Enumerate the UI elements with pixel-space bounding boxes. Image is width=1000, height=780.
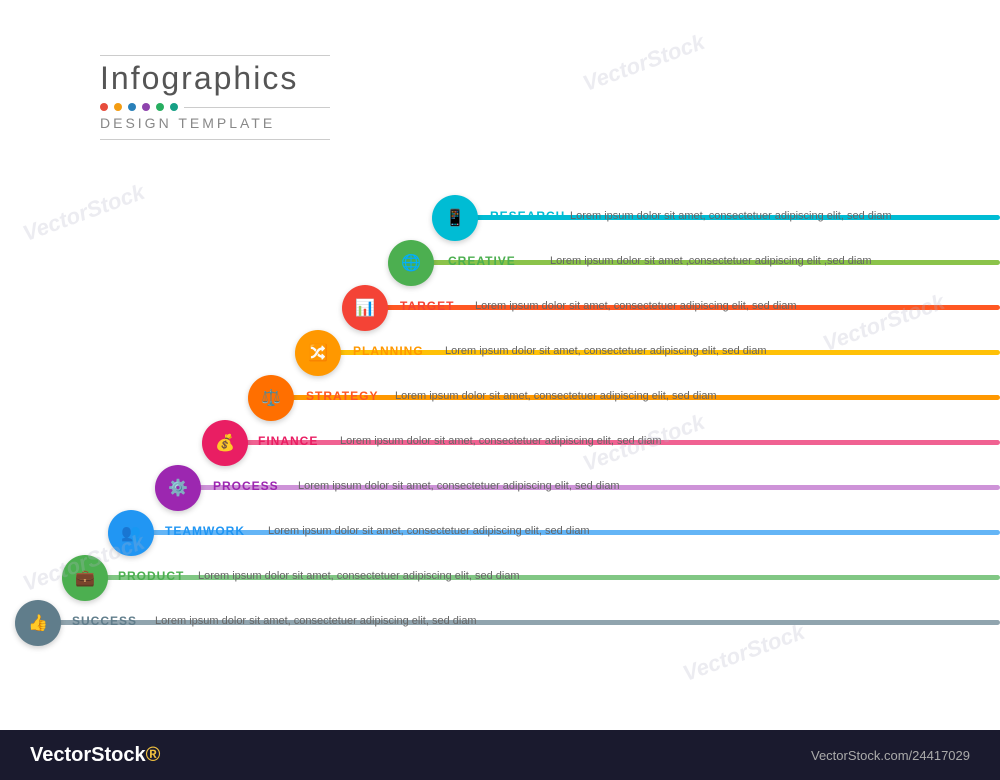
step-label-creative: CREATIVE bbox=[448, 254, 516, 268]
step-circle-success: 👍 bbox=[15, 600, 61, 646]
dot-green bbox=[156, 103, 164, 111]
step-circle-planning: 🔀 bbox=[295, 330, 341, 376]
dot-purple bbox=[142, 103, 150, 111]
step-row-success: 👍 SUCCESS Lorem ipsum dolor sit amet, cons… bbox=[0, 600, 1000, 646]
step-row-process: ⚙️ PROCESS Lorem ipsum dolor sit amet, con… bbox=[0, 465, 1000, 511]
step-icon-research: 📱 bbox=[445, 208, 465, 228]
dot-teal bbox=[170, 103, 178, 111]
step-label-strategy: STRATEGY bbox=[306, 389, 378, 403]
step-desc-creative: Lorem ipsum dolor sit amet ,consectetuer… bbox=[550, 255, 872, 267]
step-circle-target: 📊 bbox=[342, 285, 388, 331]
step-desc-product: Lorem ipsum dolor sit amet, consectetuer… bbox=[198, 570, 520, 582]
header-line-bottom bbox=[100, 139, 330, 140]
step-circle-process: ⚙️ bbox=[155, 465, 201, 511]
step-desc-planning: Lorem ipsum dolor sit amet, consectetuer… bbox=[445, 345, 767, 357]
step-icon-strategy: ⚖️ bbox=[261, 388, 281, 408]
step-desc-target: Lorem ipsum dolor sit amet, consectetuer… bbox=[475, 300, 797, 312]
app-title: Infographics bbox=[100, 60, 330, 97]
step-label-process: PROCESS bbox=[213, 479, 279, 493]
step-desc-finance: Lorem ipsum dolor sit amet, consectetuer… bbox=[340, 435, 662, 447]
step-row-product: 💼 PRODUCT Lorem ipsum dolor sit amet, cons… bbox=[0, 555, 1000, 601]
step-circle-creative: 🌐 bbox=[388, 240, 434, 286]
watermark-1: VectorStock bbox=[579, 29, 708, 97]
footer: VectorStock® VectorStock.com/24417029 bbox=[0, 730, 1000, 780]
step-desc-process: Lorem ipsum dolor sit amet, consectetuer… bbox=[298, 480, 620, 492]
dot-red bbox=[100, 103, 108, 111]
step-label-target: TARGET bbox=[400, 299, 454, 313]
footer-url: VectorStock.com/24417029 bbox=[811, 748, 970, 763]
header-subtitle: Design Template bbox=[100, 115, 330, 131]
header-line-top bbox=[100, 55, 330, 56]
step-label-research: RESEARCH bbox=[490, 209, 565, 223]
step-row-target: 📊 TARGET Lorem ipsum dolor sit amet, conse… bbox=[0, 285, 1000, 331]
step-desc-strategy: Lorem ipsum dolor sit amet, consectetuer… bbox=[395, 390, 717, 402]
step-circle-strategy: ⚖️ bbox=[248, 375, 294, 421]
step-icon-teamwork: 👥 bbox=[121, 523, 141, 543]
step-label-success: SUCCESS bbox=[72, 614, 137, 628]
step-row-research: 📱 RESEARCH Lorem ipsum dolor sit amet, con… bbox=[0, 195, 1000, 241]
step-row-strategy: ⚖️ STRATEGY Lorem ipsum dolor sit amet, co… bbox=[0, 375, 1000, 421]
step-row-planning: 🔀 PLANNING Lorem ipsum dolor sit amet, con… bbox=[0, 330, 1000, 376]
step-icon-product: 💼 bbox=[75, 568, 95, 588]
step-circle-product: 💼 bbox=[62, 555, 108, 601]
step-circle-finance: 💰 bbox=[202, 420, 248, 466]
step-row-teamwork: 👥 TEAMWORK Lorem ipsum dolor sit amet, con… bbox=[0, 510, 1000, 556]
step-row-creative: 🌐 CREATIVE Lorem ipsum dolor sit amet ,con… bbox=[0, 240, 1000, 286]
step-row-finance: 💰 FINANCE Lorem ipsum dolor sit amet, cons… bbox=[0, 420, 1000, 466]
step-icon-target: 📊 bbox=[355, 298, 375, 318]
step-desc-teamwork: Lorem ipsum dolor sit amet, consectetuer… bbox=[268, 525, 590, 537]
step-circle-research: 📱 bbox=[432, 195, 478, 241]
step-label-teamwork: TEAMWORK bbox=[165, 524, 245, 538]
step-label-product: PRODUCT bbox=[118, 569, 184, 583]
step-icon-process: ⚙️ bbox=[168, 478, 188, 498]
step-desc-success: Lorem ipsum dolor sit amet, consectetuer… bbox=[155, 615, 477, 627]
step-circle-teamwork: 👥 bbox=[108, 510, 154, 556]
step-icon-finance: 💰 bbox=[215, 433, 235, 453]
step-icon-planning: 🔀 bbox=[308, 343, 328, 363]
header: Infographics Design Template bbox=[100, 55, 330, 140]
step-icon-creative: 🌐 bbox=[401, 253, 421, 273]
footer-symbol: ® bbox=[146, 744, 161, 766]
step-desc-research: Lorem ipsum dolor sit amet, consectetuer… bbox=[570, 210, 892, 222]
footer-brand: VectorStock® bbox=[30, 744, 160, 767]
step-label-planning: PLANNING bbox=[353, 344, 424, 358]
step-label-finance: FINANCE bbox=[258, 434, 318, 448]
dot-line bbox=[184, 107, 330, 108]
header-dots bbox=[100, 103, 330, 111]
dot-blue bbox=[128, 103, 136, 111]
dot-orange bbox=[114, 103, 122, 111]
step-icon-success: 👍 bbox=[28, 613, 48, 633]
